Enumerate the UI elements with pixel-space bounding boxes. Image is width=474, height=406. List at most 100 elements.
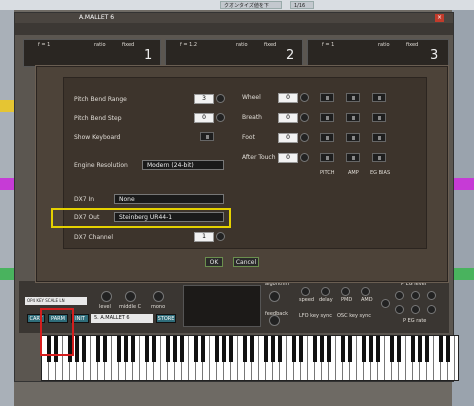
p-eg-knob-4[interactable]: [395, 305, 404, 314]
piano-black-key[interactable]: [327, 336, 331, 362]
op1-fixed[interactable]: fixed: [122, 42, 134, 48]
piano-keyboard[interactable]: [41, 335, 459, 381]
breath-field[interactable]: 0: [278, 113, 298, 123]
foot-field[interactable]: 0: [278, 133, 298, 143]
pitch-bend-step-knob[interactable]: [216, 113, 225, 122]
piano-black-key[interactable]: [180, 336, 184, 362]
breath-knob[interactable]: [300, 113, 309, 122]
piano-black-key[interactable]: [264, 336, 268, 362]
aftertouch-pitch-toggle[interactable]: [320, 153, 334, 162]
piano-black-key[interactable]: [250, 336, 254, 362]
piano-black-key[interactable]: [173, 336, 177, 362]
dx7-channel-knob[interactable]: [216, 232, 225, 241]
wheel-field[interactable]: 0: [278, 93, 298, 103]
foot-knob[interactable]: [300, 133, 309, 142]
aftertouch-amp-toggle[interactable]: [346, 153, 360, 162]
aftertouch-egbias-toggle[interactable]: [372, 153, 386, 162]
lfo-key-sync-label[interactable]: LFO key sync: [299, 313, 332, 319]
piano-black-key[interactable]: [348, 336, 352, 362]
wheel-amp-toggle[interactable]: [346, 93, 360, 102]
p-eg-knob-1[interactable]: [395, 291, 404, 300]
piano-black-key[interactable]: [362, 336, 366, 362]
op2-freq: f = 1.2: [180, 42, 198, 48]
engine-resolution-select[interactable]: Modern (24-bit): [142, 160, 224, 170]
host-quantize-value[interactable]: 1/16: [290, 1, 314, 9]
piano-black-key[interactable]: [222, 336, 226, 362]
piano-black-key[interactable]: [418, 336, 422, 362]
cancel-button[interactable]: Cancel: [233, 257, 259, 267]
piano-black-key[interactable]: [229, 336, 233, 362]
foot-pitch-toggle[interactable]: [320, 133, 334, 142]
piano-black-key[interactable]: [103, 336, 107, 362]
piano-black-key[interactable]: [82, 336, 86, 362]
level-knob[interactable]: [101, 291, 112, 302]
wheel-knob[interactable]: [300, 93, 309, 102]
piano-black-key[interactable]: [194, 336, 198, 362]
p-eg-knob-6[interactable]: [427, 305, 436, 314]
aftertouch-knob[interactable]: [300, 153, 309, 162]
piano-black-key[interactable]: [397, 336, 401, 362]
piano-black-key[interactable]: [124, 336, 128, 362]
breath-amp-toggle[interactable]: [346, 113, 360, 122]
pitch-bend-range-field[interactable]: 3: [194, 94, 214, 104]
piano-black-key[interactable]: [292, 336, 296, 362]
dx7-channel-field[interactable]: 1: [194, 232, 214, 242]
osc-key-sync-label[interactable]: OSC key sync: [337, 313, 371, 319]
breath-pitch-toggle[interactable]: [320, 113, 334, 122]
op3-ratio[interactable]: ratio: [378, 42, 390, 48]
delay-knob[interactable]: [321, 287, 330, 296]
piano-black-key[interactable]: [96, 336, 100, 362]
piano-black-key[interactable]: [152, 336, 156, 362]
wheel-pitch-toggle[interactable]: [320, 93, 334, 102]
pitch-bend-range-knob[interactable]: [216, 94, 225, 103]
piano-black-key[interactable]: [446, 336, 450, 362]
op3-fixed[interactable]: fixed: [406, 42, 418, 48]
op1-ratio[interactable]: ratio: [94, 42, 106, 48]
feedback-knob[interactable]: [269, 315, 280, 326]
lfo-wave-knob[interactable]: [381, 299, 390, 308]
aftertouch-field[interactable]: 0: [278, 153, 298, 163]
p-eg-knob-2[interactable]: [411, 291, 420, 300]
piano-black-key[interactable]: [75, 336, 79, 362]
piano-black-key[interactable]: [201, 336, 205, 362]
piano-black-key[interactable]: [411, 336, 415, 362]
piano-black-key[interactable]: [117, 336, 121, 362]
foot-egbias-toggle[interactable]: [372, 133, 386, 142]
piano-black-key[interactable]: [299, 336, 303, 362]
p-eg-knob-3[interactable]: [427, 291, 436, 300]
p-eg-knob-5[interactable]: [411, 305, 420, 314]
piano-black-key[interactable]: [425, 336, 429, 362]
piano-black-key[interactable]: [243, 336, 247, 362]
wheel-egbias-toggle[interactable]: [372, 93, 386, 102]
close-icon[interactable]: ×: [435, 14, 444, 22]
piano-black-key[interactable]: [390, 336, 394, 362]
piano-black-key[interactable]: [341, 336, 345, 362]
piano-black-key[interactable]: [215, 336, 219, 362]
piano-black-key[interactable]: [278, 336, 282, 362]
piano-black-key[interactable]: [271, 336, 275, 362]
middle-c-knob[interactable]: [125, 291, 136, 302]
breath-egbias-toggle[interactable]: [372, 113, 386, 122]
piano-black-key[interactable]: [131, 336, 135, 362]
pmd-knob[interactable]: [341, 287, 350, 296]
piano-black-key[interactable]: [376, 336, 380, 362]
algorithm-knob[interactable]: [269, 291, 280, 302]
dx7-in-select[interactable]: None: [114, 194, 224, 204]
piano-black-key[interactable]: [439, 336, 443, 362]
foot-amp-toggle[interactable]: [346, 133, 360, 142]
show-keyboard-toggle[interactable]: [200, 132, 214, 141]
op2-fixed[interactable]: fixed: [264, 42, 276, 48]
store-button[interactable]: STORE: [156, 314, 176, 323]
pitch-bend-step-field[interactable]: 0: [194, 113, 214, 123]
mono-switch[interactable]: [153, 291, 164, 302]
op2-ratio[interactable]: ratio: [236, 42, 248, 48]
piano-black-key[interactable]: [369, 336, 373, 362]
piano-black-key[interactable]: [313, 336, 317, 362]
host-quantize-label[interactable]: クオンタイズ値を下: [220, 1, 282, 9]
piano-black-key[interactable]: [166, 336, 170, 362]
amd-knob[interactable]: [361, 287, 370, 296]
ok-button[interactable]: OK: [205, 257, 223, 267]
speed-knob[interactable]: [301, 287, 310, 296]
piano-black-key[interactable]: [320, 336, 324, 362]
piano-black-key[interactable]: [145, 336, 149, 362]
